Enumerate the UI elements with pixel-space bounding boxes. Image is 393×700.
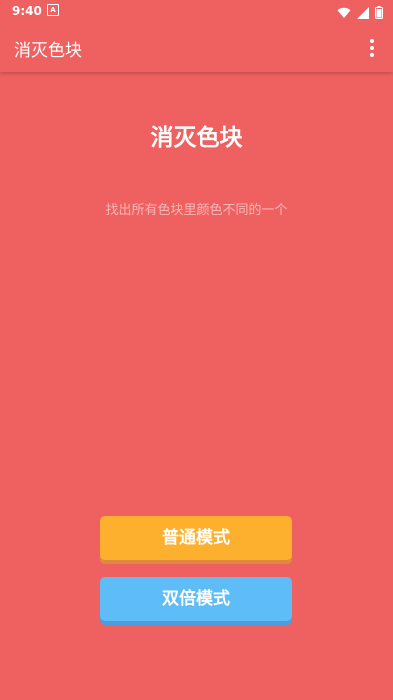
app-title: 消灭色块 <box>14 41 82 61</box>
status-icons <box>337 4 383 23</box>
page-subtitle: 找出所有色块里颜色不同的一个 <box>105 203 288 218</box>
wifi-icon <box>337 4 351 23</box>
cell-signal-icon <box>357 4 369 23</box>
status-time: 9:40 <box>12 4 42 18</box>
page-title: 消灭色块 <box>150 125 243 151</box>
battery-icon <box>375 4 383 23</box>
app-bar: 消灭色块 <box>0 24 393 72</box>
notification-a-icon: A <box>47 4 59 16</box>
status-bar: 9:40 A <box>0 0 393 24</box>
more-vert-icon[interactable] <box>363 36 381 60</box>
normal-mode-button[interactable]: 普通模式 <box>100 516 292 560</box>
double-mode-button[interactable]: 双倍模式 <box>100 577 292 621</box>
